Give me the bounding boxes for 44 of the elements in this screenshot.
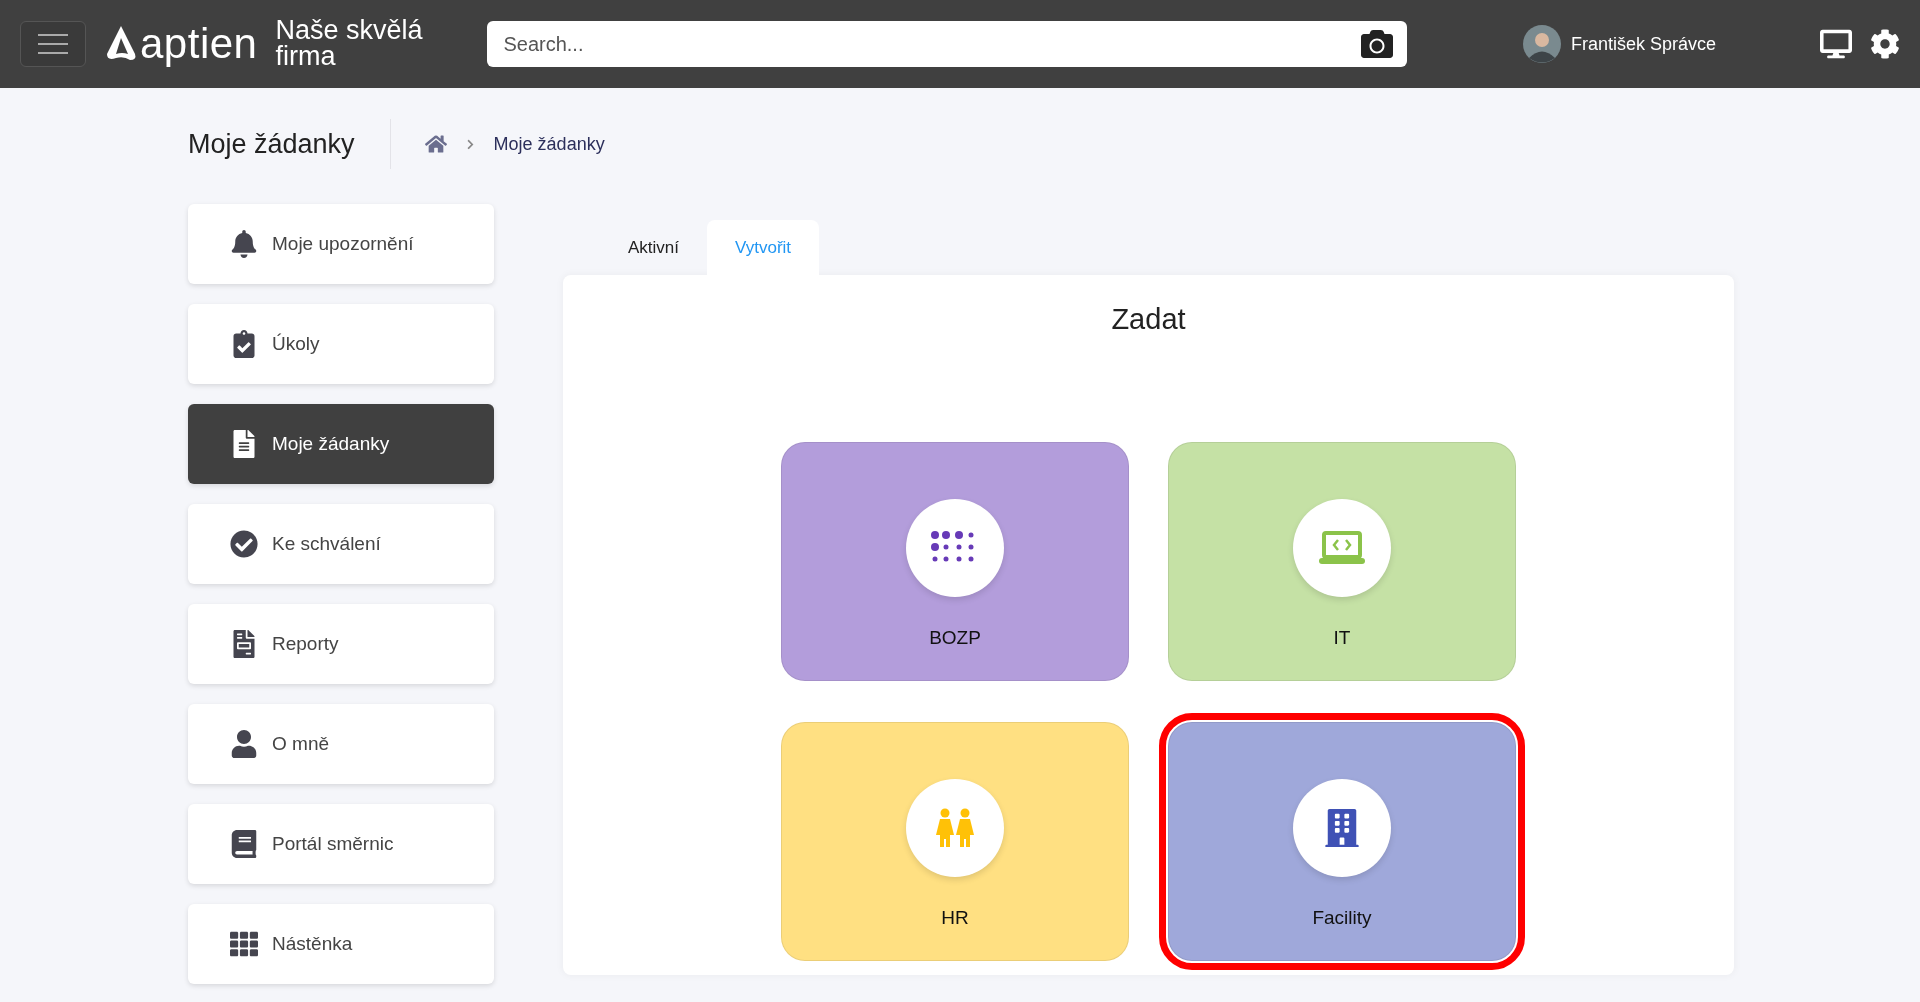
sidebar-item[interactable]: O mně [188,704,494,784]
search-input[interactable]: Search... [501,31,1362,57]
sidebar-item[interactable]: Nástěnka [188,904,494,984]
sidebar-item[interactable]: Ke schválení [188,504,494,584]
sidebar-item-label: Reporty [272,633,339,655]
logo-text: aptien [140,20,258,68]
category-tile[interactable]: BOZP [781,442,1129,681]
category-label: HR [941,907,969,929]
breadcrumb-item[interactable]: Moje žádanky [493,133,605,155]
sidebar-item-label: Portál směrnic [272,833,394,855]
sidebar-item-label: Nástěnka [272,933,353,955]
category-label: Facility [1312,907,1372,929]
category-label: IT [1333,627,1351,649]
sidebar-item[interactable]: Reporty [188,604,494,684]
laptop-code-icon [1318,531,1366,565]
search-bar[interactable]: Search... [487,21,1408,67]
sidebar-item-label: Ke schválení [272,533,381,555]
category-tile[interactable]: IT [1168,442,1516,681]
home-icon[interactable] [424,133,447,155]
sidebar-item[interactable]: Úkoly [188,304,494,384]
camera-icon[interactable] [1361,28,1394,60]
page-title: Moje žádanky [188,128,355,160]
sidebar-item[interactable]: Moje žádanky [188,404,494,484]
avatar[interactable] [1522,25,1561,63]
menu-button[interactable] [20,21,86,67]
monitor-icon[interactable] [1820,28,1852,60]
settings-icon[interactable] [1870,29,1900,59]
sidebar-item[interactable]: Portál směrnic [188,804,494,884]
sidebar-item-label: Moje upozornění [272,233,414,255]
tab[interactable]: Aktivní [600,220,708,275]
sidebar-item[interactable]: Moje upozornění [188,204,494,284]
panel-title: Zadat [1111,303,1186,336]
category-label: BOZP [929,627,981,649]
sidebar-item-label: O mně [272,733,330,755]
bell-icon [230,230,258,258]
grid-icon [230,930,258,958]
category-tile[interactable]: HR [781,722,1129,961]
building-icon [1323,809,1361,847]
sidebar-item-label: Moje žádanky [272,433,390,455]
user-icon [230,730,258,758]
people-icon [935,808,975,848]
sidebar-item-label: Úkoly [272,333,320,355]
user-name[interactable]: František Správce [1570,33,1716,55]
company-name: Naše skvělá firma [275,18,424,70]
